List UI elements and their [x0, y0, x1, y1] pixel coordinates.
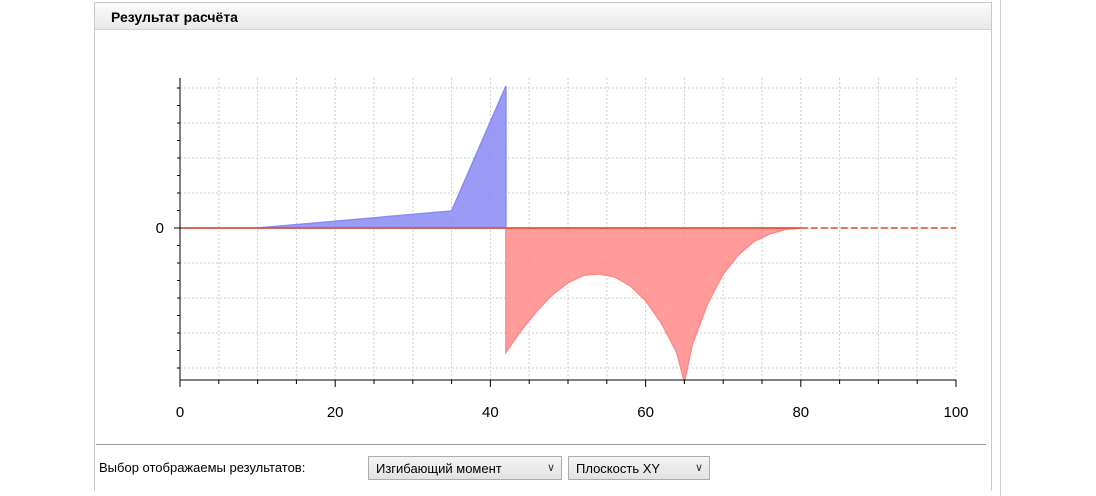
footer-divider — [96, 444, 986, 446]
plane-value: Плоскость XY — [576, 461, 661, 476]
y-tick-label: 0 — [156, 220, 164, 237]
plane-select[interactable]: Плоскость XY ∨ — [568, 456, 710, 480]
x-tick-label: 40 — [482, 404, 499, 421]
result-type-value: Изгибающий момент — [376, 461, 502, 476]
x-tick-label: 0 — [176, 404, 184, 421]
x-tick-label: 80 — [792, 404, 809, 421]
result-type-select[interactable]: Изгибающий момент ∨ — [368, 456, 562, 480]
bending-moment-chart: 0 20 40 60 80 100 0 — [156, 78, 969, 421]
x-tick-label: 60 — [637, 404, 654, 421]
x-tick-label: 100 — [943, 404, 968, 421]
x-tick-label: 20 — [327, 404, 344, 421]
series-area-1 — [505, 227, 801, 383]
chevron-down-icon: ∨ — [546, 462, 555, 474]
results-selector-label: Выбор отображаемы результатов: — [99, 460, 306, 475]
chevron-down-icon: ∨ — [694, 462, 703, 474]
series-area-0 — [180, 85, 507, 229]
